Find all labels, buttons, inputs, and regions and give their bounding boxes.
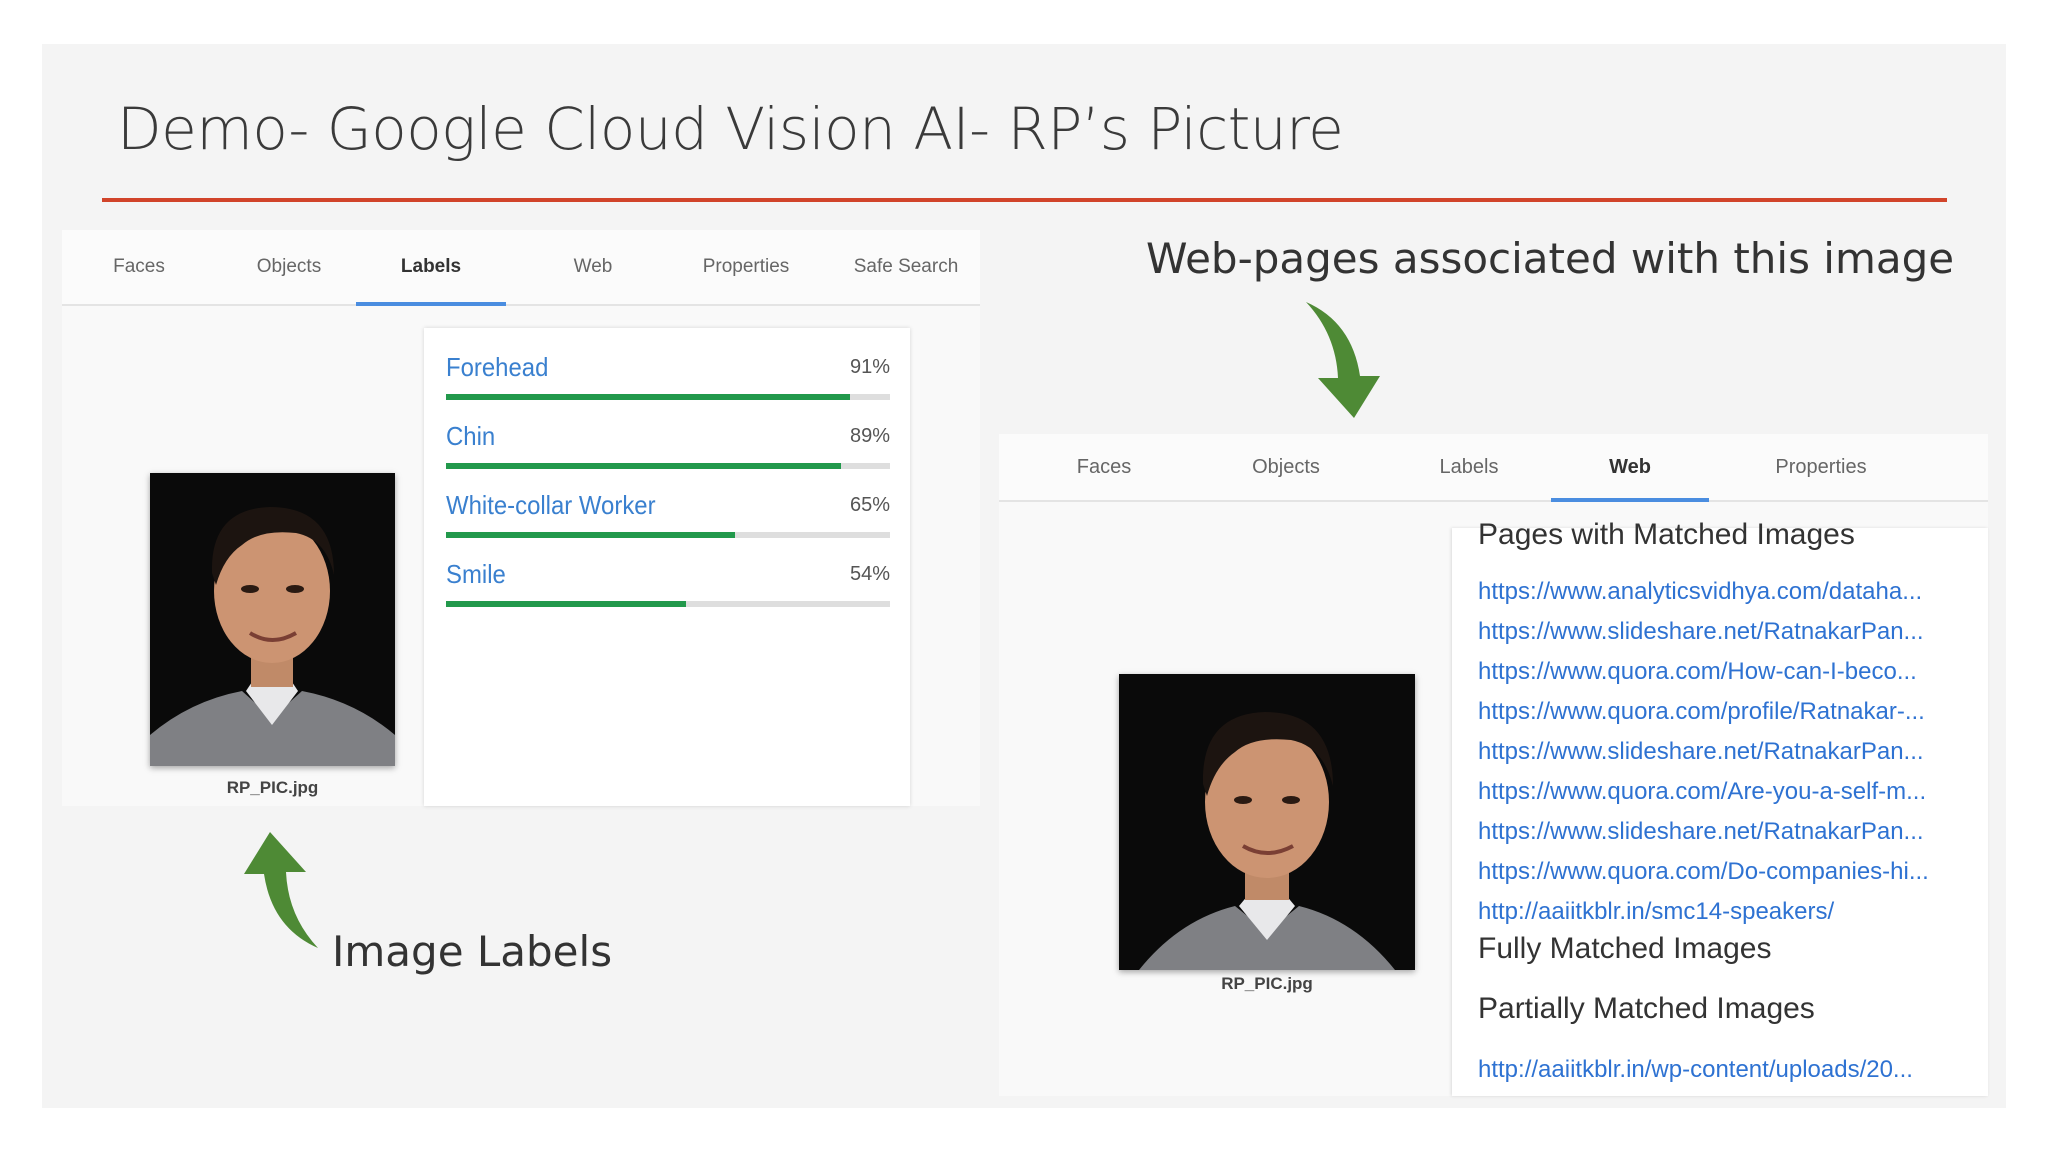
web-panel: Faces Objects Labels Web Properties RP_P… — [999, 434, 1988, 1096]
tab-properties[interactable]: Properties — [674, 230, 818, 304]
tab-bar: Faces Objects Labels Web Properties — [999, 434, 1988, 502]
matched-page-link[interactable]: https://www.slideshare.net/RatnakarPan..… — [1478, 818, 1924, 846]
confidence-fill — [446, 601, 686, 607]
label-percent: 91% — [849, 356, 890, 378]
matched-page-link[interactable]: https://www.quora.com/Are-you-a-self-m..… — [1478, 778, 1926, 806]
matched-page-link[interactable]: https://www.quora.com/Do-companies-hi... — [1478, 858, 1929, 886]
annotation-image-labels: Image Labels — [332, 927, 613, 976]
tab-properties[interactable]: Properties — [1751, 434, 1891, 500]
confidence-bar — [446, 394, 890, 400]
label-row: Forehead 91% — [446, 352, 890, 412]
confidence-fill — [446, 532, 735, 538]
tab-safe-search[interactable]: Safe Search — [838, 230, 974, 304]
matched-page-link[interactable]: https://www.slideshare.net/RatnakarPan..… — [1478, 738, 1924, 766]
slide-title: Demo- Google Cloud Vision AI- RP’s Pictu… — [117, 95, 1344, 163]
arrow-up-icon — [244, 832, 318, 948]
label-name: Smile — [446, 559, 506, 589]
tab-objects[interactable]: Objects — [232, 230, 346, 304]
label-percent: 89% — [849, 425, 890, 447]
matched-page-link[interactable]: http://aaiitkblr.in/smc14-speakers/ — [1478, 898, 1834, 926]
tab-web[interactable]: Web — [1551, 434, 1709, 502]
image-caption: RP_PIC.jpg — [226, 778, 319, 797]
label-row: White-collar Worker 65% — [446, 490, 890, 550]
label-name: White-collar Worker — [446, 490, 656, 520]
annotation-web-pages: Web-pages associated with this image — [1146, 234, 1955, 283]
pages-heading: Pages with Matched Images — [1478, 518, 1855, 551]
label-name: Chin — [446, 421, 496, 451]
matched-page-link[interactable]: https://www.quora.com/How-can-I-beco... — [1478, 658, 1917, 686]
tab-web[interactable]: Web — [542, 230, 644, 304]
confidence-bar — [446, 463, 890, 469]
tab-faces[interactable]: Faces — [92, 230, 186, 304]
portrait-image — [1119, 674, 1415, 970]
web-results: Pages with Matched Images https://www.an… — [1452, 518, 1988, 1096]
fully-matched-heading: Fully Matched Images — [1478, 932, 1772, 965]
partially-matched-heading: Partially Matched Images — [1478, 992, 1815, 1025]
label-row: Smile 54% — [446, 559, 890, 619]
label-percent: 65% — [849, 494, 890, 516]
label-row: Chin 89% — [446, 421, 890, 481]
labels-panel: Faces Objects Labels Web Properties Safe… — [62, 230, 980, 806]
arrow-down-icon — [1306, 302, 1380, 418]
tab-faces[interactable]: Faces — [1049, 434, 1159, 500]
image-caption: RP_PIC.jpg — [1221, 974, 1313, 993]
label-percent: 54% — [849, 563, 890, 585]
title-divider — [102, 198, 1947, 202]
label-name: Forehead — [446, 352, 549, 382]
confidence-bar — [446, 532, 890, 538]
tab-bar: Faces Objects Labels Web Properties Safe… — [62, 230, 980, 306]
matched-page-link[interactable]: https://www.analyticsvidhya.com/dataha..… — [1478, 578, 1922, 606]
labels-list: Forehead 91% Chin 89% White-collar Worke… — [424, 328, 910, 806]
tab-objects[interactable]: Objects — [1221, 434, 1351, 500]
confidence-bar — [446, 601, 890, 607]
portrait-image — [150, 473, 395, 766]
confidence-fill — [446, 394, 851, 400]
confidence-fill — [446, 463, 842, 469]
matched-page-link[interactable]: https://www.slideshare.net/RatnakarPan..… — [1478, 618, 1924, 646]
partial-image-link[interactable]: http://aaiitkblr.in/wp-content/uploads/2… — [1478, 1056, 1913, 1084]
tab-labels[interactable]: Labels — [356, 230, 506, 306]
matched-page-link[interactable]: https://www.quora.com/profile/Ratnakar-.… — [1478, 698, 1925, 726]
tab-labels[interactable]: Labels — [1409, 434, 1529, 500]
